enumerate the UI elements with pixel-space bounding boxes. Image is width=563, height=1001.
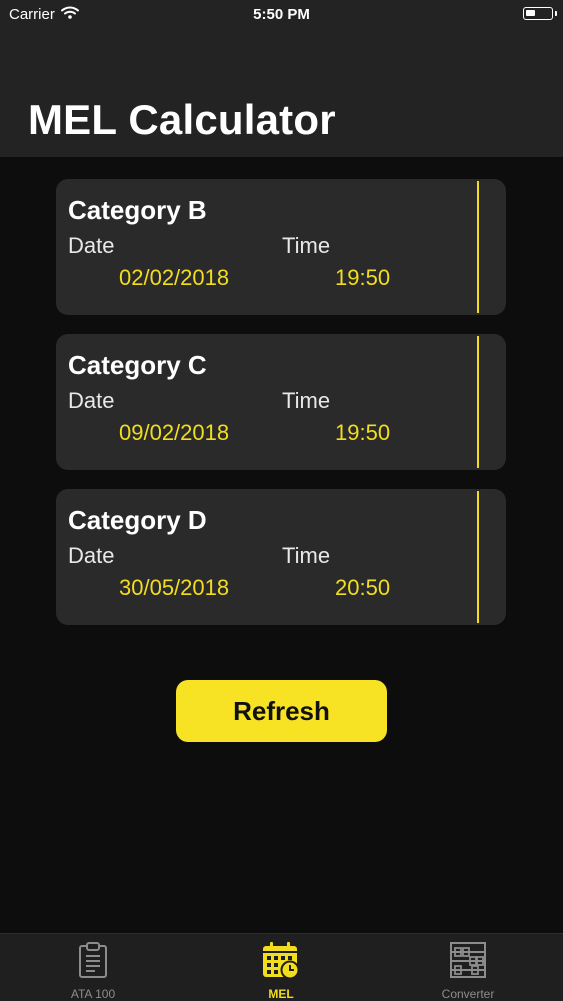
date-value: 02/02/2018 [119, 265, 230, 290]
date-label: Date [68, 388, 115, 413]
time-value: 20:50 [335, 575, 391, 600]
category-card-b[interactable]: Category B Date Time 02/02/2018 19:50 [56, 179, 506, 315]
date-label: Date [68, 543, 115, 568]
card-accent-line [477, 491, 479, 623]
category-card-d[interactable]: Category D Date Time 30/05/2018 20:50 [56, 489, 506, 625]
refresh-button[interactable]: Refresh [176, 680, 387, 742]
time-value: 19:50 [335, 265, 391, 290]
date-value: 30/05/2018 [119, 575, 230, 600]
tab-ata-100[interactable]: ATA 100 [33, 934, 153, 1001]
tab-label: MEL [268, 987, 294, 1001]
page-title: MEL Calculator [28, 96, 336, 143]
card-title: Category D [68, 505, 207, 535]
navigation-header: Carrier 5:50 PM MEL Calculator [0, 0, 563, 157]
date-label: Date [68, 233, 115, 258]
card-title: Category B [68, 195, 207, 225]
status-time: 5:50 PM [253, 6, 310, 23]
calendar-clock-icon [261, 934, 301, 984]
tab-bar: ATA 100 MEL Converter [0, 933, 563, 1001]
time-label: Time [282, 233, 331, 258]
category-card-c[interactable]: Category C Date Time 09/02/2018 19:50 [56, 334, 506, 470]
date-value: 09/02/2018 [119, 420, 230, 445]
status-bar: Carrier 5:50 PM [0, 0, 563, 30]
time-value: 19:50 [335, 420, 391, 445]
card-title: Category C [68, 350, 207, 380]
time-label: Time [282, 388, 331, 413]
battery-icon [523, 7, 557, 20]
card-accent-line [477, 181, 479, 313]
tab-label: Converter [441, 987, 495, 1001]
tab-mel[interactable]: MEL [221, 934, 341, 1001]
card-accent-line [477, 336, 479, 468]
abacus-icon [448, 934, 488, 984]
clipboard-icon [77, 934, 109, 984]
time-label: Time [282, 543, 331, 568]
tab-label: ATA 100 [70, 987, 116, 1001]
tab-converter[interactable]: Converter [408, 934, 528, 1001]
